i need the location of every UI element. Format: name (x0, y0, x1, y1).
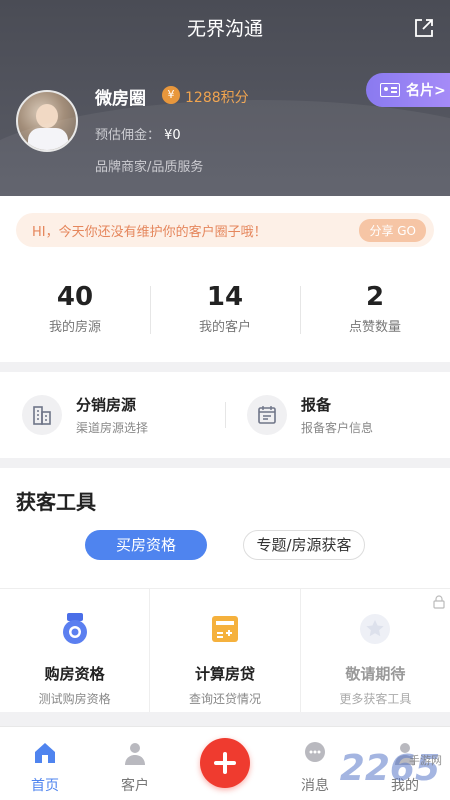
stat-value: 2 (365, 282, 385, 312)
commission-label: 预估佣金： (95, 128, 161, 143)
stat-label: 我的客户 (198, 320, 251, 335)
section-divider (0, 712, 450, 726)
home-icon (35, 743, 55, 763)
shortcuts-row: 分销房源 渠道房源选择 报备 报备客户信息 (0, 372, 450, 458)
stat-likes[interactable]: 2 点赞数量 (300, 270, 450, 350)
report-shortcut[interactable]: 报备 报备客户信息 (225, 372, 450, 458)
shortcut-title: 报备 (301, 396, 332, 414)
stat-label: 我的房源 (48, 320, 101, 335)
tab-topic-listing-acquisition[interactable]: 专题/房源获客 (243, 530, 365, 560)
lock-icon (433, 595, 445, 609)
share-go-button[interactable]: 分享 GO (359, 218, 426, 242)
points-badge[interactable]: 1288积分 (185, 87, 249, 107)
add-button[interactable] (200, 738, 250, 788)
building-icon (22, 395, 62, 435)
tool-desc: 查询还贷情况 (188, 692, 261, 706)
tool-name: 购房资格 (44, 665, 105, 683)
watermark-sub: 手游网 (409, 754, 442, 767)
star-icon (360, 614, 391, 644)
profile-header: 无界沟通 微房圈 ¥ 1288积分 名片> 预估佣金： ¥0 品牌商家/品质服务 (0, 0, 450, 196)
notice-text: HI，今天你还没有维护你的客户圈子哦！ (32, 224, 267, 240)
tool-desc: 测试购房资格 (38, 692, 111, 706)
section-divider (0, 362, 450, 372)
tab-purchase-qualification[interactable]: 买房资格 (85, 530, 207, 560)
stat-value: 14 (206, 282, 244, 312)
coin-icon: ¥ (162, 86, 180, 104)
tool-coming-soon: 敬请期待 更多获客工具 (299, 589, 450, 712)
commission-value: ¥0 (164, 128, 181, 143)
business-card-button[interactable]: 名片> (366, 73, 450, 107)
calendar-icon (247, 395, 287, 435)
business-card-label: 名片> (406, 83, 446, 99)
stat-customers[interactable]: 14 我的客户 (150, 270, 300, 350)
tool-desc: 更多获客工具 (339, 692, 412, 706)
notice-banner: HI，今天你还没有维护你的客户圈子哦！ 分享 GO (16, 213, 434, 247)
nav-label: 首页 (31, 778, 59, 794)
id-card-icon (380, 83, 400, 97)
shortcut-subtitle: 报备客户信息 (301, 421, 374, 435)
nav-customers[interactable]: 客户 (90, 727, 180, 800)
app-screen: 无界沟通 微房圈 ¥ 1288积分 名片> 预估佣金： ¥0 品牌商家/品质服务… (0, 0, 450, 800)
stat-listings[interactable]: 40 我的房源 (0, 270, 150, 350)
avatar[interactable] (16, 90, 78, 152)
nav-home[interactable]: 首页 (0, 727, 90, 800)
person-icon (125, 743, 145, 765)
message-icon (305, 742, 325, 762)
medal-icon (62, 613, 87, 644)
section-divider (0, 458, 450, 468)
share-icon[interactable] (412, 16, 436, 40)
stats-row: 40 我的房源 14 我的客户 2 点赞数量 (0, 270, 450, 350)
tool-name: 敬请期待 (345, 665, 406, 683)
shortcut-subtitle: 渠道房源选择 (76, 421, 149, 435)
calculator-icon (211, 616, 238, 642)
brand-text: 品牌商家/品质服务 (95, 160, 204, 175)
tools-grid: 购房资格 测试购房资格 计算房贷 查询还贷情况 敬请期待 更多获客工具 (0, 588, 450, 712)
shortcut-title: 分销房源 (76, 396, 137, 414)
section-title: 获客工具 (16, 490, 96, 514)
commission-row: 预估佣金： ¥0 (95, 124, 181, 143)
page-title: 无界沟通 (186, 18, 263, 40)
stat-label: 点赞数量 (348, 320, 401, 335)
nav-label: 客户 (121, 778, 149, 794)
tool-name: 计算房贷 (194, 665, 255, 683)
user-name: 微房圈 (95, 89, 146, 109)
stat-value: 40 (56, 282, 94, 312)
tool-mortgage-calculator[interactable]: 计算房贷 查询还贷情况 (149, 589, 299, 712)
tool-purchase-qualification[interactable]: 购房资格 测试购房资格 (0, 589, 149, 712)
distribution-listings-shortcut[interactable]: 分销房源 渠道房源选择 (0, 372, 225, 458)
